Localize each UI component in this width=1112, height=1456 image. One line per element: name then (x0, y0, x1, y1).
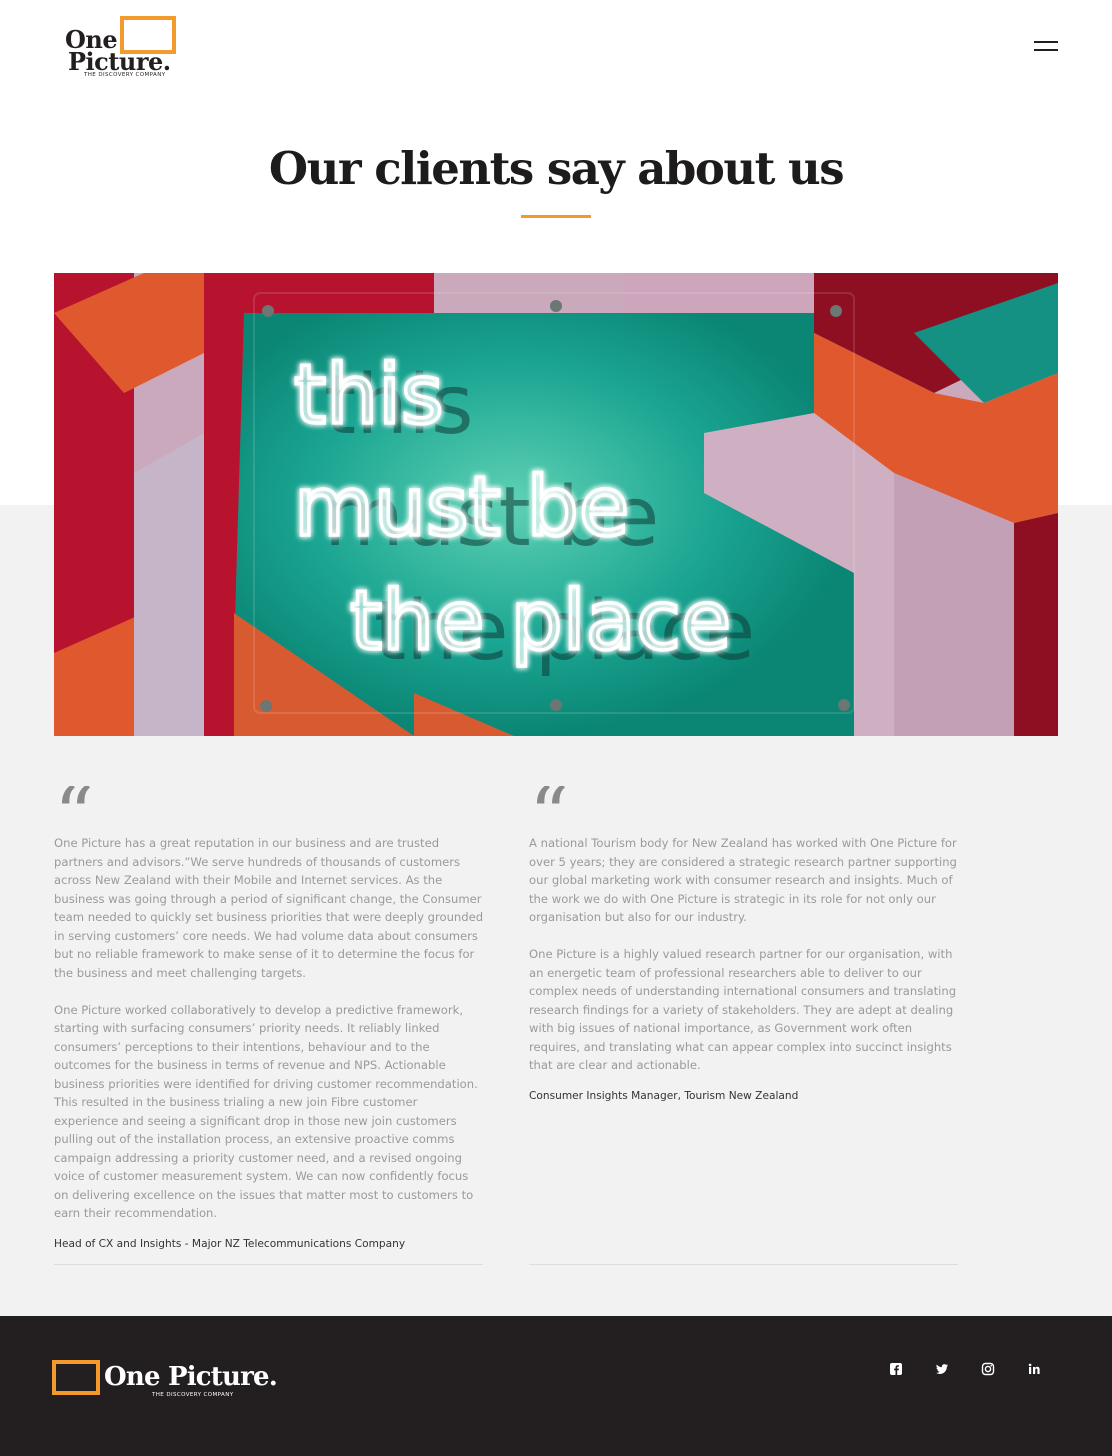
testimonial-paragraph: A national Tourism body for New Zealand … (529, 836, 957, 924)
logo-word-picture: Picture. (68, 47, 171, 76)
testimonial-attribution: Head of CX and Insights - Major NZ Telec… (54, 1238, 406, 1250)
linkedin-icon[interactable] (1026, 1361, 1042, 1377)
footer-logo-tagline: THE DISCOVERY COMPANY (152, 1392, 234, 1398)
site-footer: One Picture. THE DISCOVERY COMPANY (0, 1316, 1112, 1456)
quote-icon: “ (529, 786, 959, 820)
neon-line-1: this (294, 348, 444, 443)
title-underline (521, 215, 591, 218)
hamburger-line (1034, 49, 1058, 51)
testimonial-text: One Picture has a great reputation in ou… (54, 834, 484, 1223)
page-title: Our clients say about us (268, 142, 845, 195)
testimonial-card: “ One Picture has a great reputation in … (54, 786, 484, 1250)
testimonial-text: A national Tourism body for New Zealand … (529, 834, 959, 1075)
brand-logo[interactable]: One Picture. THE DISCOVERY COMPANY (62, 14, 182, 84)
testimonial-divider (529, 1264, 958, 1265)
testimonial-card: “ A national Tourism body for New Zealan… (529, 786, 959, 1102)
testimonial-paragraph: One Picture is a highly valued research … (529, 947, 957, 1072)
hamburger-icon[interactable] (1030, 36, 1060, 58)
neon-sign-photo: this must be the place this must be the … (54, 273, 1058, 736)
logo-frame-icon (52, 1360, 100, 1395)
testimonial-attribution: Consumer Insights Manager, Tourism New Z… (529, 1090, 799, 1102)
testimonial-paragraph: One Picture has a great reputation in ou… (54, 836, 484, 980)
footer-logo-wordmark: One Picture. (104, 1362, 278, 1392)
neon-line-3: the place (350, 574, 731, 669)
testimonial-divider (54, 1264, 483, 1265)
hamburger-line (1034, 41, 1058, 43)
instagram-icon[interactable] (980, 1361, 996, 1377)
testimonial-paragraph: One Picture worked collaboratively to de… (54, 1002, 478, 1221)
facebook-icon[interactable] (888, 1361, 904, 1377)
footer-logo[interactable]: One Picture. THE DISCOVERY COMPANY (52, 1360, 312, 1410)
twitter-icon[interactable] (934, 1361, 950, 1377)
neon-line-2: must be (294, 460, 629, 555)
quote-icon: “ (54, 786, 484, 820)
logo-tagline: THE DISCOVERY COMPANY (84, 72, 166, 78)
